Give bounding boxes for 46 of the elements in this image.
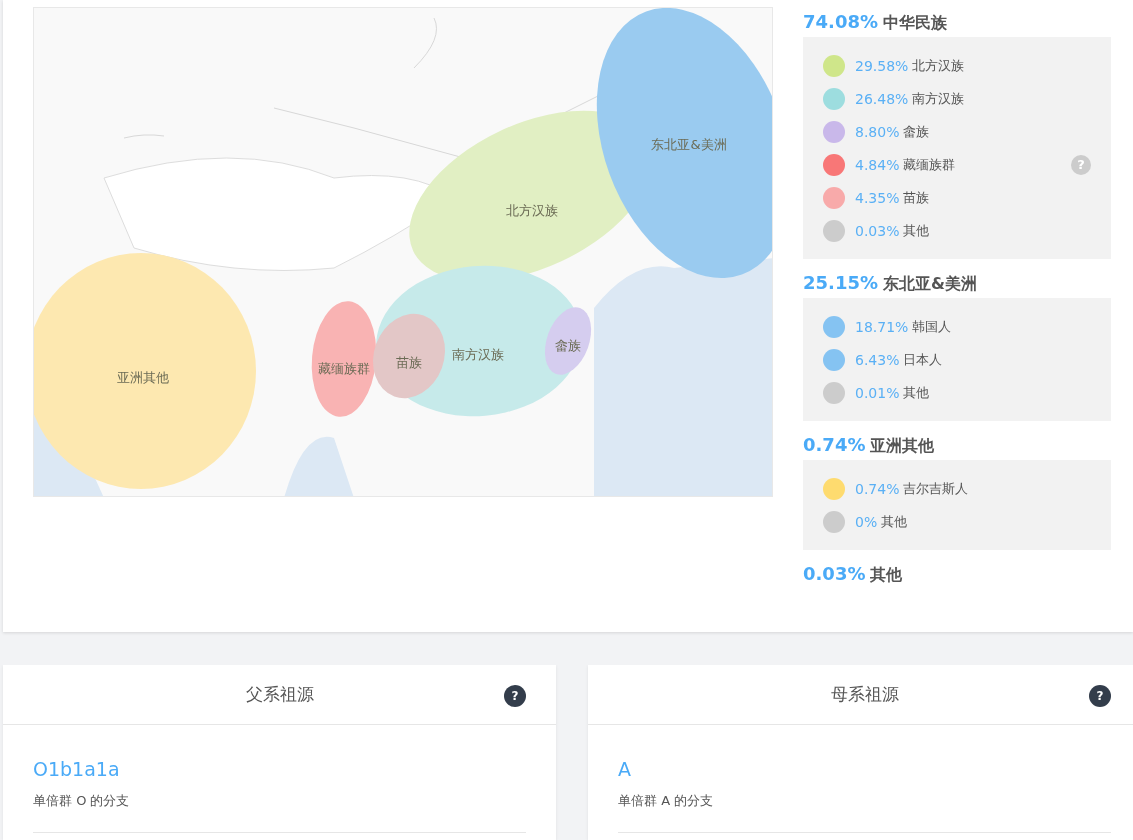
region-label: 苗族 xyxy=(396,354,422,372)
group-name: 中华民族 xyxy=(883,12,947,34)
region-label: 北方汉族 xyxy=(506,202,558,220)
item-percent: 4.35% xyxy=(855,189,900,206)
item-name: 吉尔吉斯人 xyxy=(903,479,969,498)
item-percent: 0.74% xyxy=(855,480,900,497)
item-percent: 0.01% xyxy=(855,384,900,401)
haplogroup-link[interactable]: A xyxy=(618,758,631,780)
haplogroup-link[interactable]: O1b1a1a xyxy=(33,758,120,780)
item-percent: 26.48% xyxy=(855,90,909,107)
item-percent: 29.58% xyxy=(855,57,909,74)
item-percent: 0.03% xyxy=(855,222,900,239)
group-percent: 0.03% xyxy=(803,562,866,586)
region-label: 畲族 xyxy=(555,337,581,355)
help-button[interactable]: ? xyxy=(1071,154,1091,175)
item-name: 藏缅族群 xyxy=(903,155,956,174)
group-percent: 25.15% xyxy=(803,271,878,295)
item-percent: 18.71% xyxy=(855,318,909,335)
region-label: 东北亚&美洲 xyxy=(651,136,727,154)
region-label: 藏缅族群 xyxy=(318,360,370,378)
group-percent: 0.74% xyxy=(803,433,866,457)
help-button[interactable]: ? xyxy=(504,685,526,707)
item-name: 其他 xyxy=(903,221,930,240)
item-percent: 0% xyxy=(855,513,878,530)
card-title: 父系祖源 xyxy=(245,683,314,706)
group-name: 亚洲其他 xyxy=(870,435,935,457)
item-name: 其他 xyxy=(881,512,908,531)
item-name: 畲族 xyxy=(903,122,930,141)
haplogroup-description: 单倍群 A 的分支 xyxy=(618,792,715,810)
haplogroup-description: 单倍群 O 的分支 xyxy=(33,792,131,810)
item-percent: 6.43% xyxy=(855,351,900,368)
item-percent: 4.84% xyxy=(855,156,900,173)
item-percent: 8.80% xyxy=(855,123,900,140)
item-name: 南方汉族 xyxy=(912,89,965,108)
item-name: 日本人 xyxy=(903,350,943,369)
help-button[interactable]: ? xyxy=(1089,685,1111,707)
item-name: 韩国人 xyxy=(912,317,952,336)
region-label: 南方汉族 xyxy=(452,346,504,364)
group-name: 其他 xyxy=(870,564,903,586)
item-name: 苗族 xyxy=(903,188,930,207)
item-name: 其他 xyxy=(903,383,930,402)
group-name: 东北亚&美洲 xyxy=(883,273,977,295)
group-percent: 74.08% xyxy=(803,10,878,34)
region-label: 亚洲其他 xyxy=(117,369,169,387)
item-name: 北方汉族 xyxy=(912,56,965,75)
card-title: 母系祖源 xyxy=(830,683,899,706)
